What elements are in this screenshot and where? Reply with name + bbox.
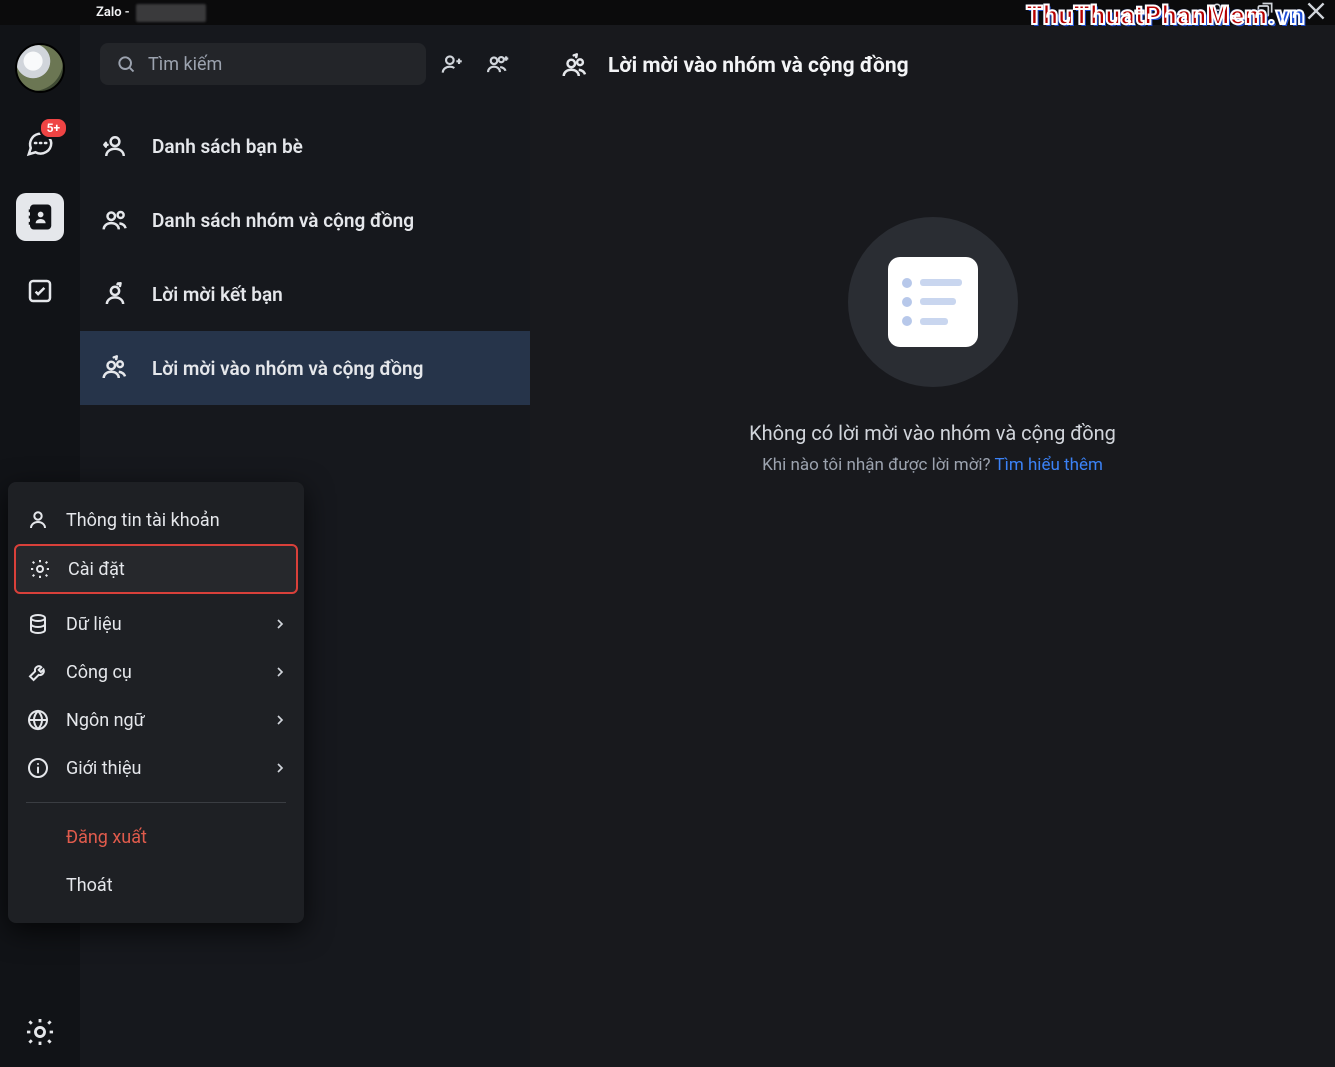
empty-subtext: Khi nào tôi nhận được lời mời? Tìm hiểu …	[762, 455, 1103, 475]
info-icon	[26, 756, 50, 780]
groups-icon	[100, 205, 130, 235]
search-input[interactable]: Tìm kiếm	[100, 43, 426, 85]
search-placeholder: Tìm kiếm	[148, 54, 222, 75]
menu-about[interactable]: Giới thiệu	[8, 744, 304, 792]
sidebar-item-label: Danh sách bạn bè	[152, 135, 303, 158]
settings-menu: Thông tin tài khoản Cài đặt Dữ liệu Công…	[8, 482, 304, 923]
globe-icon	[26, 708, 50, 732]
sidebar-item-groups[interactable]: Danh sách nhóm và cộng đồng	[80, 183, 530, 257]
redacted-username	[136, 4, 206, 22]
empty-state: Không có lời mời vào nhóm và cộng đồng K…	[530, 107, 1335, 1067]
sidebar-item-friend-requests[interactable]: Lời mời kết bạn	[80, 257, 530, 331]
main-content: Lời mời vào nhóm và cộng đồng Không có l…	[530, 25, 1335, 1067]
menu-separator	[26, 802, 286, 803]
sidebar-item-label: Lời mời kết bạn	[152, 283, 283, 306]
sidebar-item-label: Danh sách nhóm và cộng đồng	[152, 209, 414, 232]
menu-settings[interactable]: Cài đặt	[14, 544, 298, 594]
chevron-right-icon	[272, 712, 288, 728]
avatar[interactable]	[15, 43, 65, 93]
app-title: Zalo -	[96, 5, 130, 20]
chevron-right-icon	[272, 760, 288, 776]
menu-language[interactable]: Ngôn ngữ	[8, 696, 304, 744]
nav-contacts[interactable]	[16, 193, 64, 241]
search-icon	[116, 54, 136, 74]
close-icon[interactable]	[1303, 0, 1329, 28]
empty-sub-prefix: Khi nào tôi nhận được lời mời?	[762, 455, 994, 475]
menu-tools[interactable]: Công cụ	[8, 648, 304, 696]
contact-lists: Danh sách bạn bè Danh sách nhóm và cộng …	[80, 109, 530, 405]
empty-illustration	[848, 217, 1018, 387]
menu-exit[interactable]: Thoát	[8, 861, 304, 909]
menu-label: Thoát	[66, 875, 113, 896]
group-invite-icon	[100, 353, 130, 383]
nav-settings-button[interactable]	[0, 1015, 80, 1049]
friend-request-icon	[100, 279, 130, 309]
menu-label: Công cụ	[66, 662, 132, 683]
empty-title: Không có lời mời vào nhóm và cộng đồng	[749, 421, 1116, 445]
chevron-right-icon	[272, 616, 288, 632]
menu-label: Giới thiệu	[66, 758, 141, 779]
menu-label: Dữ liệu	[66, 614, 122, 635]
database-icon	[26, 612, 50, 636]
menu-label: Thông tin tài khoản	[66, 510, 220, 531]
add-friend-button[interactable]	[432, 44, 472, 84]
page-title: Lời mời vào nhóm và cộng đồng	[608, 54, 909, 78]
watermark: ThuThuatPhanMem.vn	[1026, 0, 1305, 31]
title-bar: Zalo - ThuThuatPhanMem.vn	[0, 0, 1335, 25]
search-row: Tìm kiếm	[80, 25, 530, 103]
chat-badge: 5+	[39, 117, 68, 139]
wrench-icon	[26, 660, 50, 684]
menu-label: Cài đặt	[68, 559, 125, 580]
sidebar-item-friends[interactable]: Danh sách bạn bè	[80, 109, 530, 183]
chevron-right-icon	[272, 664, 288, 680]
menu-data[interactable]: Dữ liệu	[8, 600, 304, 648]
nav-chat[interactable]: 5+	[16, 119, 64, 167]
gear-icon	[28, 557, 52, 581]
menu-label: Đăng xuất	[66, 827, 147, 848]
sidebar-item-label: Lời mời vào nhóm và cộng đồng	[152, 357, 423, 380]
create-group-button[interactable]	[478, 44, 518, 84]
menu-account-info[interactable]: Thông tin tài khoản	[8, 496, 304, 544]
learn-more-link[interactable]: Tìm hiểu thêm	[994, 455, 1102, 475]
user-icon	[26, 508, 50, 532]
menu-label: Ngôn ngữ	[66, 710, 145, 731]
main-header: Lời mời vào nhóm và cộng đồng	[530, 25, 1335, 107]
watermark-text-2: .vn	[1268, 1, 1305, 31]
nav-todo[interactable]	[16, 267, 64, 315]
sidebar-item-group-invites[interactable]: Lời mời vào nhóm và cộng đồng	[80, 331, 530, 405]
menu-logout[interactable]: Đăng xuất	[8, 813, 304, 861]
friends-icon	[100, 131, 130, 161]
watermark-text-1: ThuThuatPhanMem	[1026, 1, 1267, 31]
group-invite-icon	[560, 51, 590, 81]
